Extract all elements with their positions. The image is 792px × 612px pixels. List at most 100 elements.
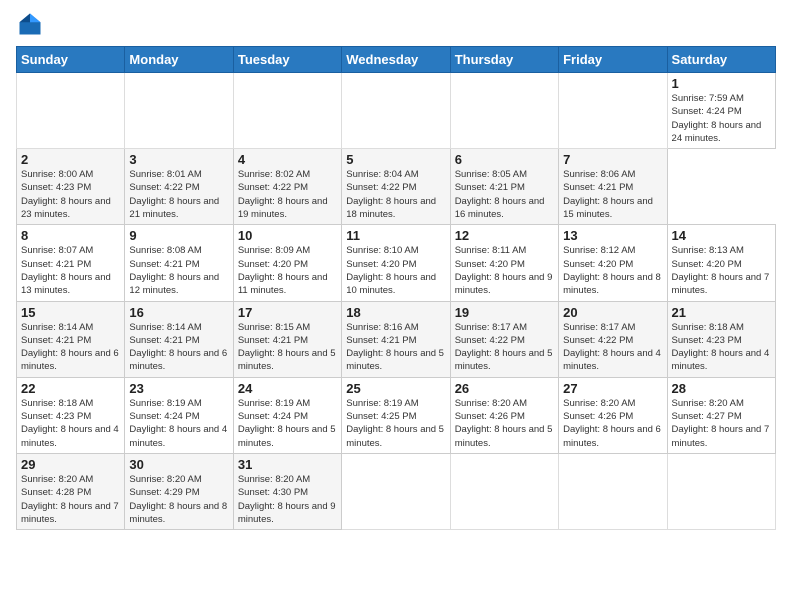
day-info: Sunrise: 8:04 AMSunset: 4:22 PMDaylight:… [346,168,445,221]
logo-icon [16,10,44,38]
calendar-week-row: 29Sunrise: 8:20 AMSunset: 4:28 PMDayligh… [17,453,776,529]
calendar-cell: 14Sunrise: 8:13 AMSunset: 4:20 PMDayligh… [667,225,775,301]
day-number: 14 [672,228,771,243]
day-info: Sunrise: 8:16 AMSunset: 4:21 PMDaylight:… [346,321,445,374]
calendar-cell: 13Sunrise: 8:12 AMSunset: 4:20 PMDayligh… [559,225,667,301]
day-info: Sunrise: 8:00 AMSunset: 4:23 PMDaylight:… [21,168,120,221]
day-number: 19 [455,305,554,320]
day-info: Sunrise: 8:20 AMSunset: 4:28 PMDaylight:… [21,473,120,526]
calendar-cell: 27Sunrise: 8:20 AMSunset: 4:26 PMDayligh… [559,377,667,453]
day-info: Sunrise: 8:05 AMSunset: 4:21 PMDaylight:… [455,168,554,221]
calendar-cell: 10Sunrise: 8:09 AMSunset: 4:20 PMDayligh… [233,225,341,301]
day-number: 21 [672,305,771,320]
day-number: 17 [238,305,337,320]
calendar-header-tuesday: Tuesday [233,47,341,73]
calendar-cell: 5Sunrise: 8:04 AMSunset: 4:22 PMDaylight… [342,149,450,225]
calendar-cell: 31Sunrise: 8:20 AMSunset: 4:30 PMDayligh… [233,453,341,529]
day-number: 13 [563,228,662,243]
calendar-cell: 24Sunrise: 8:19 AMSunset: 4:24 PMDayligh… [233,377,341,453]
day-info: Sunrise: 8:18 AMSunset: 4:23 PMDaylight:… [21,397,120,450]
day-info: Sunrise: 8:10 AMSunset: 4:20 PMDaylight:… [346,244,445,297]
day-info: Sunrise: 8:14 AMSunset: 4:21 PMDaylight:… [129,321,228,374]
calendar-cell: 23Sunrise: 8:19 AMSunset: 4:24 PMDayligh… [125,377,233,453]
day-info: Sunrise: 8:12 AMSunset: 4:20 PMDaylight:… [563,244,662,297]
day-number: 1 [672,76,771,91]
calendar-week-row: 1Sunrise: 7:59 AMSunset: 4:24 PMDaylight… [17,73,776,149]
day-number: 4 [238,152,337,167]
calendar-cell: 21Sunrise: 8:18 AMSunset: 4:23 PMDayligh… [667,301,775,377]
day-number: 29 [21,457,120,472]
day-info: Sunrise: 8:01 AMSunset: 4:22 PMDaylight:… [129,168,228,221]
day-info: Sunrise: 8:18 AMSunset: 4:23 PMDaylight:… [672,321,771,374]
day-number: 26 [455,381,554,396]
day-number: 9 [129,228,228,243]
calendar-cell [450,453,558,529]
day-info: Sunrise: 8:20 AMSunset: 4:26 PMDaylight:… [563,397,662,450]
day-number: 31 [238,457,337,472]
calendar-cell: 11Sunrise: 8:10 AMSunset: 4:20 PMDayligh… [342,225,450,301]
day-info: Sunrise: 8:19 AMSunset: 4:25 PMDaylight:… [346,397,445,450]
day-number: 23 [129,381,228,396]
day-number: 20 [563,305,662,320]
calendar-cell: 16Sunrise: 8:14 AMSunset: 4:21 PMDayligh… [125,301,233,377]
day-number: 24 [238,381,337,396]
day-info: Sunrise: 8:11 AMSunset: 4:20 PMDaylight:… [455,244,554,297]
calendar-cell [559,453,667,529]
day-info: Sunrise: 8:17 AMSunset: 4:22 PMDaylight:… [455,321,554,374]
calendar-cell: 9Sunrise: 8:08 AMSunset: 4:21 PMDaylight… [125,225,233,301]
header [16,10,776,38]
day-number: 15 [21,305,120,320]
day-info: Sunrise: 8:19 AMSunset: 4:24 PMDaylight:… [238,397,337,450]
calendar-cell: 28Sunrise: 8:20 AMSunset: 4:27 PMDayligh… [667,377,775,453]
day-number: 8 [21,228,120,243]
calendar-table: SundayMondayTuesdayWednesdayThursdayFrid… [16,46,776,530]
calendar-header-monday: Monday [125,47,233,73]
calendar-week-row: 2Sunrise: 8:00 AMSunset: 4:23 PMDaylight… [17,149,776,225]
day-number: 30 [129,457,228,472]
calendar-cell [17,73,125,149]
day-info: Sunrise: 8:15 AMSunset: 4:21 PMDaylight:… [238,321,337,374]
calendar-cell: 6Sunrise: 8:05 AMSunset: 4:21 PMDaylight… [450,149,558,225]
calendar-header-thursday: Thursday [450,47,558,73]
calendar-header-row: SundayMondayTuesdayWednesdayThursdayFrid… [17,47,776,73]
calendar-cell: 7Sunrise: 8:06 AMSunset: 4:21 PMDaylight… [559,149,667,225]
day-number: 22 [21,381,120,396]
day-info: Sunrise: 8:07 AMSunset: 4:21 PMDaylight:… [21,244,120,297]
calendar-cell: 26Sunrise: 8:20 AMSunset: 4:26 PMDayligh… [450,377,558,453]
day-number: 18 [346,305,445,320]
page: SundayMondayTuesdayWednesdayThursdayFrid… [0,0,792,612]
calendar-cell [233,73,341,149]
day-number: 28 [672,381,771,396]
day-info: Sunrise: 8:02 AMSunset: 4:22 PMDaylight:… [238,168,337,221]
day-info: Sunrise: 8:20 AMSunset: 4:29 PMDaylight:… [129,473,228,526]
calendar-cell: 3Sunrise: 8:01 AMSunset: 4:22 PMDaylight… [125,149,233,225]
calendar-header-saturday: Saturday [667,47,775,73]
calendar-cell: 30Sunrise: 8:20 AMSunset: 4:29 PMDayligh… [125,453,233,529]
calendar-cell: 25Sunrise: 8:19 AMSunset: 4:25 PMDayligh… [342,377,450,453]
day-number: 10 [238,228,337,243]
calendar-cell [667,453,775,529]
calendar-cell: 18Sunrise: 8:16 AMSunset: 4:21 PMDayligh… [342,301,450,377]
calendar-cell: 29Sunrise: 8:20 AMSunset: 4:28 PMDayligh… [17,453,125,529]
calendar-cell: 22Sunrise: 8:18 AMSunset: 4:23 PMDayligh… [17,377,125,453]
day-number: 27 [563,381,662,396]
day-info: Sunrise: 8:13 AMSunset: 4:20 PMDaylight:… [672,244,771,297]
day-info: Sunrise: 8:14 AMSunset: 4:21 PMDaylight:… [21,321,120,374]
day-info: Sunrise: 8:06 AMSunset: 4:21 PMDaylight:… [563,168,662,221]
calendar-cell: 19Sunrise: 8:17 AMSunset: 4:22 PMDayligh… [450,301,558,377]
day-info: Sunrise: 8:20 AMSunset: 4:26 PMDaylight:… [455,397,554,450]
calendar-cell: 15Sunrise: 8:14 AMSunset: 4:21 PMDayligh… [17,301,125,377]
day-number: 5 [346,152,445,167]
day-info: Sunrise: 8:20 AMSunset: 4:30 PMDaylight:… [238,473,337,526]
day-info: Sunrise: 7:59 AMSunset: 4:24 PMDaylight:… [672,92,771,145]
calendar-header-sunday: Sunday [17,47,125,73]
calendar-cell: 4Sunrise: 8:02 AMSunset: 4:22 PMDaylight… [233,149,341,225]
calendar-cell [342,453,450,529]
day-number: 2 [21,152,120,167]
day-number: 12 [455,228,554,243]
calendar-week-row: 22Sunrise: 8:18 AMSunset: 4:23 PMDayligh… [17,377,776,453]
day-number: 7 [563,152,662,167]
day-number: 6 [455,152,554,167]
logo [16,10,48,38]
calendar-week-row: 8Sunrise: 8:07 AMSunset: 4:21 PMDaylight… [17,225,776,301]
